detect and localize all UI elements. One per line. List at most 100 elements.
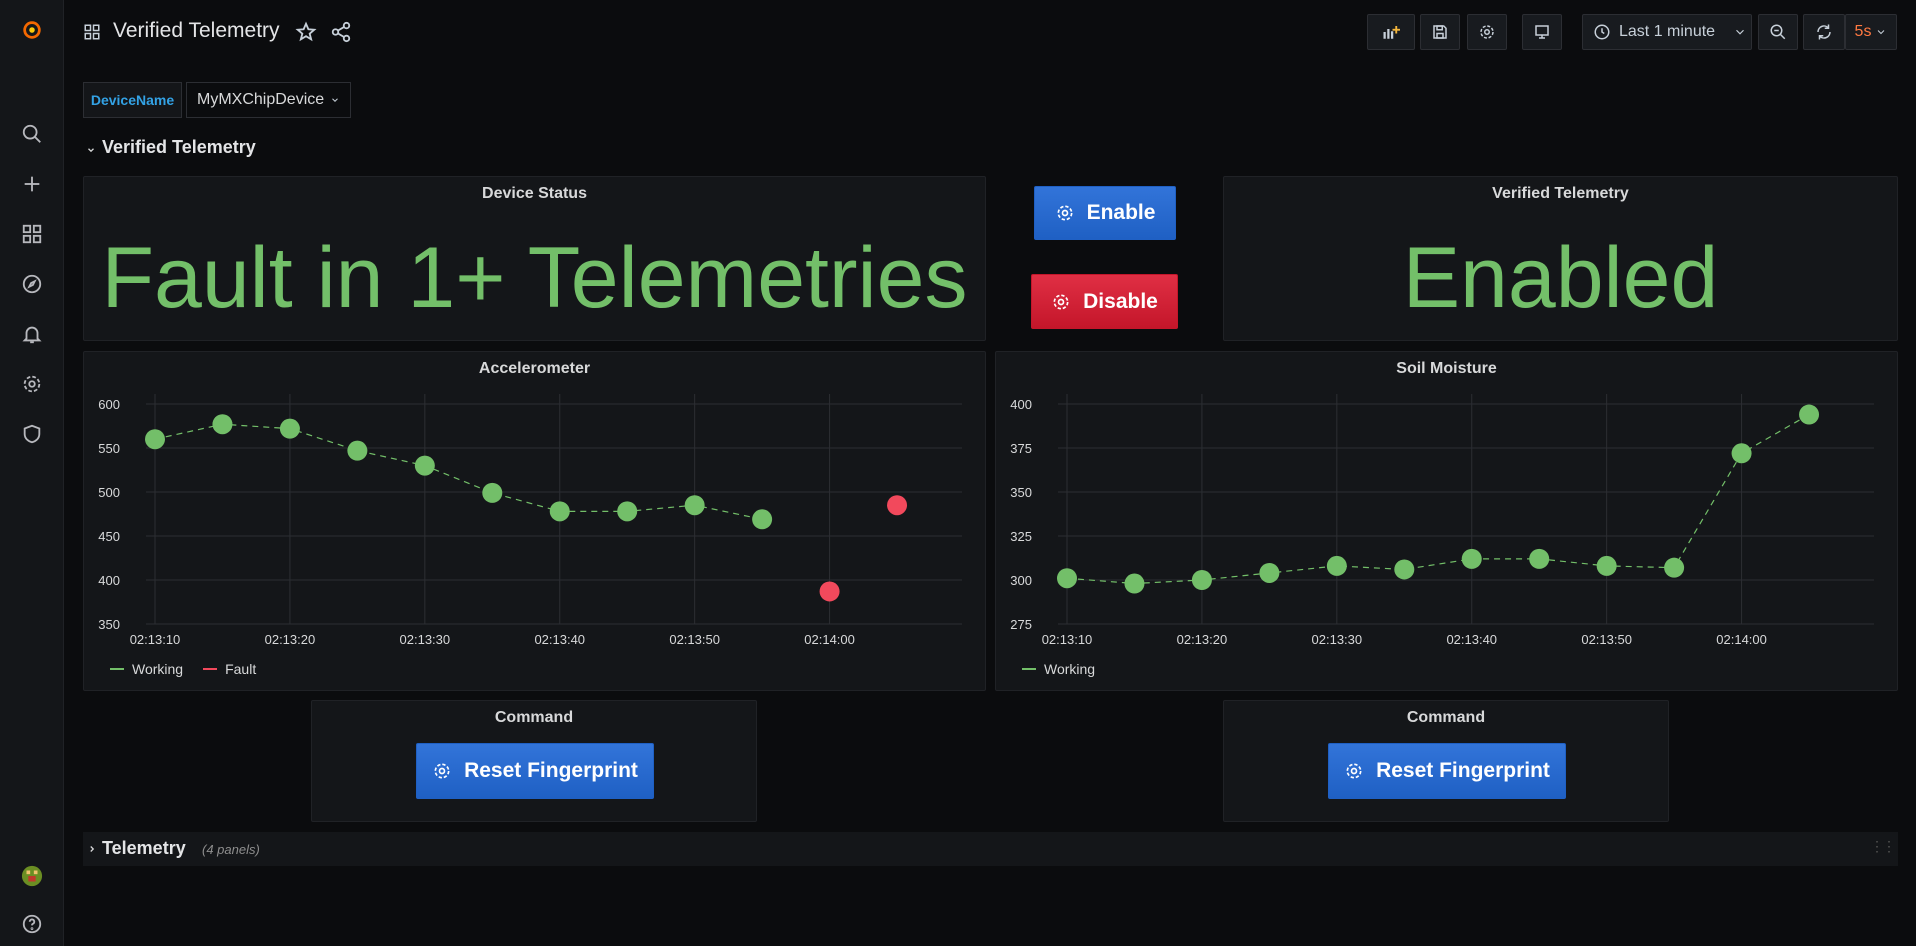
soil-moisture-chart: 275 300 325 350 375 400 02:13:10 02:13:20 02:13:… bbox=[1010, 394, 1874, 647]
star-icon[interactable] bbox=[295, 21, 317, 43]
data-point-working bbox=[482, 482, 503, 503]
chevron-down-icon bbox=[332, 98, 339, 102]
save-dashboard-button[interactable] bbox=[1420, 14, 1460, 50]
data-point-working bbox=[212, 414, 233, 435]
sidebar bbox=[0, 0, 64, 946]
data-point-working bbox=[1529, 548, 1550, 569]
row-collapse-icon[interactable] bbox=[86, 142, 96, 153]
legend-item-working[interactable]: Working bbox=[110, 661, 183, 677]
legend-item-fault[interactable]: Fault bbox=[203, 661, 256, 677]
data-point-working bbox=[752, 509, 773, 530]
compass-icon[interactable] bbox=[16, 268, 48, 300]
x-tick-label: 02:13:10 bbox=[1042, 632, 1093, 647]
x-tick-label: 02:13:40 bbox=[1446, 632, 1497, 647]
gear-icon bbox=[1480, 25, 1494, 39]
chevron-down-icon bbox=[1736, 29, 1744, 35]
data-point-working bbox=[1057, 568, 1077, 589]
y-tick-label: 375 bbox=[1010, 441, 1032, 456]
share-icon[interactable] bbox=[330, 21, 352, 43]
x-tick-label: 02:13:30 bbox=[400, 632, 451, 647]
dashboard-grid-icon bbox=[83, 23, 101, 41]
data-point-working bbox=[347, 440, 368, 461]
x-tick-label: 02:13:20 bbox=[1177, 632, 1228, 647]
y-tick-label: 275 bbox=[1010, 617, 1032, 632]
gear-icon bbox=[1346, 763, 1362, 779]
legend-item-working[interactable]: Working bbox=[1022, 661, 1095, 677]
add-panel-icon bbox=[1383, 26, 1400, 39]
row-panel-count: (4 panels) bbox=[202, 842, 260, 857]
series-line-working bbox=[1066, 414, 1810, 585]
y-tick-label: 450 bbox=[98, 529, 120, 544]
verified-telemetry-value: Enabled bbox=[1402, 230, 1719, 326]
legend-swatch bbox=[1022, 668, 1036, 670]
page-title[interactable]: Verified Telemetry bbox=[113, 19, 280, 43]
disable-label: Disable bbox=[1083, 289, 1158, 313]
device-name-value: MyMXChipDevice bbox=[197, 91, 325, 108]
help-icon[interactable] bbox=[16, 908, 48, 940]
legend-swatch bbox=[203, 668, 218, 670]
tv-mode-button[interactable] bbox=[1522, 14, 1562, 50]
chart-legend: Working bbox=[1022, 661, 1095, 677]
refresh-button[interactable] bbox=[1803, 14, 1845, 50]
refresh-interval-picker[interactable]: 5s bbox=[1845, 14, 1897, 50]
avatar[interactable] bbox=[16, 860, 48, 892]
data-point-working bbox=[1799, 404, 1820, 425]
soil-moisture-panel: Soil Moisture 275 300 325 350 375 400 02:13:10… bbox=[995, 351, 1898, 691]
y-tick-label: 350 bbox=[98, 617, 120, 632]
chevron-down-icon bbox=[1878, 30, 1885, 35]
row-telemetry[interactable]: Telemetry (4 panels) ⋮⋮ bbox=[83, 832, 1898, 866]
data-point-working bbox=[1461, 548, 1482, 569]
row-title-verified[interactable]: Verified Telemetry bbox=[102, 137, 256, 158]
device-name-select[interactable]: MyMXChipDevice bbox=[186, 82, 351, 118]
gear-icon bbox=[1053, 294, 1069, 309]
x-tick-label: 02:13:20 bbox=[265, 632, 316, 647]
data-point-working bbox=[1259, 562, 1280, 583]
chart-legend: Working Fault bbox=[110, 661, 256, 677]
command-panel-left: Command Reset Fingerprint bbox=[311, 700, 757, 822]
bell-icon[interactable] bbox=[16, 318, 48, 350]
drag-handle-icon[interactable]: ⋮⋮ bbox=[1870, 838, 1896, 855]
gear-icon[interactable] bbox=[16, 368, 48, 400]
chevron-right-icon bbox=[90, 846, 95, 852]
command-panel-right: Command Reset Fingerprint bbox=[1223, 700, 1669, 822]
shield-icon[interactable] bbox=[16, 418, 48, 450]
data-point-working bbox=[279, 418, 300, 439]
data-point-working bbox=[145, 429, 165, 450]
y-tick-label: 400 bbox=[1010, 397, 1032, 412]
data-point-working bbox=[1596, 555, 1617, 576]
dashboards-icon[interactable] bbox=[16, 218, 48, 250]
x-tick-label: 02:14:00 bbox=[1716, 632, 1767, 647]
search-icon[interactable] bbox=[16, 118, 48, 150]
time-picker-button[interactable]: Last 1 minute bbox=[1582, 14, 1752, 50]
panel-title: Command bbox=[1406, 709, 1486, 726]
clock-icon bbox=[1594, 24, 1610, 40]
data-point-working bbox=[1394, 559, 1415, 580]
grafana-logo-icon[interactable] bbox=[16, 14, 48, 46]
x-tick-label: 02:13:40 bbox=[534, 632, 585, 647]
x-tick-label: 02:13:50 bbox=[669, 632, 720, 647]
time-range-label: Last 1 minute bbox=[1619, 23, 1716, 40]
plus-icon[interactable] bbox=[16, 168, 48, 200]
save-icon bbox=[1433, 25, 1447, 39]
zoom-out-button[interactable] bbox=[1758, 14, 1798, 50]
add-panel-button[interactable] bbox=[1367, 14, 1415, 50]
gear-icon bbox=[434, 763, 450, 779]
reset-fingerprint-button[interactable]: Reset Fingerprint bbox=[1328, 743, 1566, 799]
data-point-working bbox=[684, 495, 705, 516]
monitor-icon bbox=[1535, 25, 1549, 39]
y-tick-label: 350 bbox=[1010, 485, 1032, 500]
gear-icon bbox=[1057, 205, 1073, 221]
reset-fingerprint-button[interactable]: Reset Fingerprint bbox=[416, 743, 654, 799]
disable-button[interactable]: Disable bbox=[1031, 274, 1178, 329]
enable-button[interactable]: Enable bbox=[1034, 186, 1176, 240]
data-point-working bbox=[617, 501, 638, 522]
variable-label: DeviceName bbox=[83, 82, 182, 118]
panel-title: Command bbox=[494, 709, 574, 726]
legend-label: Working bbox=[132, 661, 184, 677]
accelerometer-panel: Accelerometer 350 400 450 500 550 600 02:13:10… bbox=[83, 351, 986, 691]
x-tick-label: 02:14:00 bbox=[804, 632, 855, 647]
dashboard-settings-button[interactable] bbox=[1467, 14, 1507, 50]
x-tick-label: 02:13:10 bbox=[130, 632, 181, 647]
data-point-fault bbox=[887, 495, 908, 516]
data-point-working bbox=[414, 455, 435, 476]
